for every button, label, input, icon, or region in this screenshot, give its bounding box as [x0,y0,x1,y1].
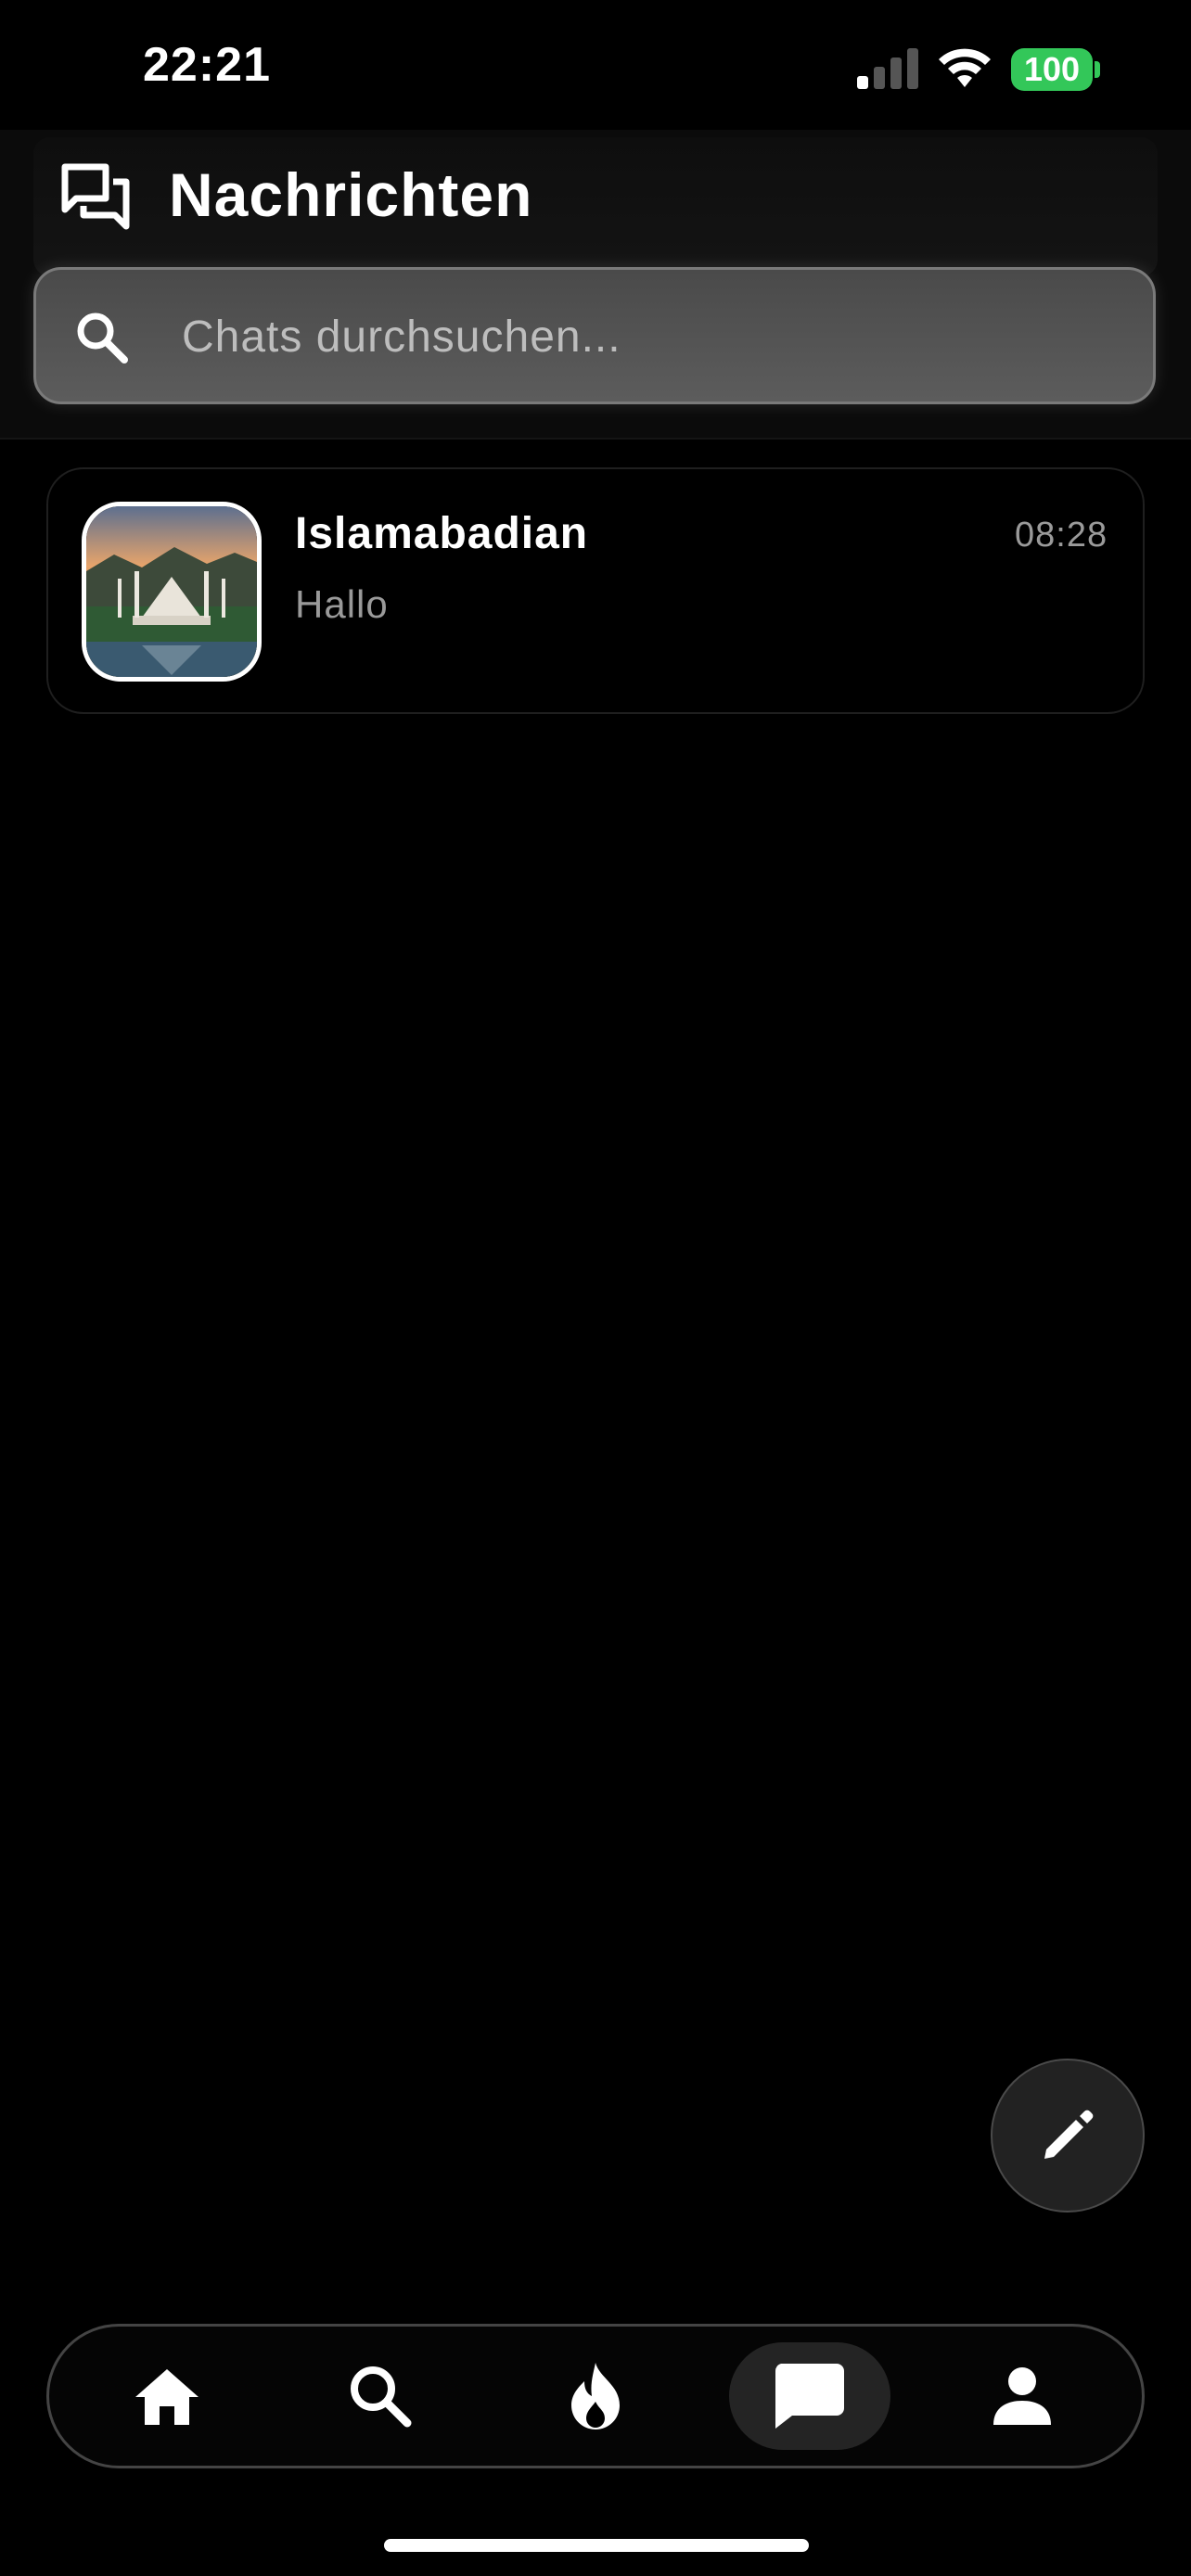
page-title: Nachrichten [169,160,533,229]
mosque-photo-avatar[interactable] [82,502,262,682]
search-icon [77,312,128,363]
wifi-icon [939,48,991,87]
nav-home[interactable] [115,2344,219,2448]
profile-icon [993,2367,1051,2425]
home-icon [135,2369,198,2425]
nav-search[interactable] [328,2344,432,2448]
chat-icon [775,2364,844,2429]
nav-messages[interactable] [757,2344,861,2448]
chat-timestamp: 08:28 [1015,516,1108,555]
nav-trending[interactable] [544,2344,647,2448]
flame-icon [571,2363,620,2429]
cellular-signal-icon [857,48,918,89]
pencil-icon [1044,2110,1094,2159]
nav-profile[interactable] [970,2344,1074,2448]
battery-indicator: 100 [1011,48,1093,91]
status-time: 22:21 [143,38,271,92]
search-icon [351,2366,412,2428]
search-input[interactable] [182,295,1109,378]
home-indicator [384,2539,809,2552]
battery-nub [1095,61,1100,78]
chat-last-message: Hallo [295,582,389,626]
chat-name: Islamabadian [295,509,589,558]
new-chat-button[interactable] [991,2059,1145,2213]
messages-icon [61,163,130,230]
